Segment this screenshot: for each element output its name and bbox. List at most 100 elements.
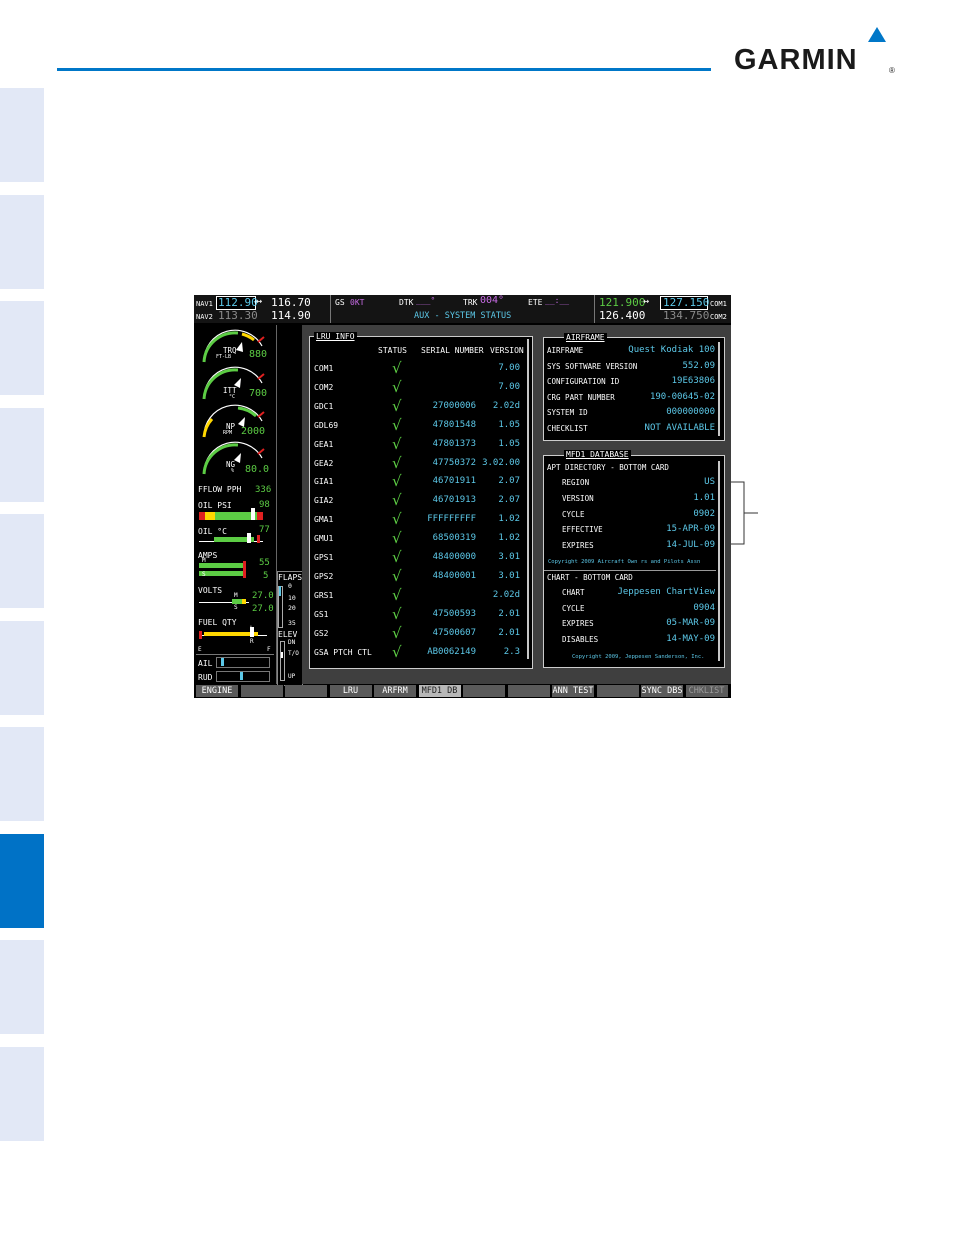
airframe-label-crg-part-number: CRG PART NUMBER <box>547 392 615 402</box>
ete-value: __:__ <box>545 296 570 305</box>
apt-value-expires: 14-JUL-09 <box>666 540 715 551</box>
airframe-value-sys-software-version: 552.09 <box>682 360 715 371</box>
ete-label: ETE <box>528 298 543 307</box>
softkey-arfrm[interactable]: ARFRM <box>374 685 417 697</box>
volts-label: VOLTS <box>198 586 223 595</box>
lru-status-check-icon: √ <box>392 359 402 377</box>
lru-version-gdc1: 2.02d <box>492 400 520 411</box>
flaps-tick-10: 10 <box>288 594 296 602</box>
chapter-tab-10 <box>0 1047 44 1141</box>
lru-version-gsa-ptch-ctl: 2.3 <box>503 646 520 657</box>
lru-name-gea1: GEA1 <box>314 439 334 449</box>
softkey-sync-dbs[interactable]: SYNC DBS <box>641 685 684 697</box>
softkey-blank-8[interactable] <box>507 685 551 697</box>
flaps-tick-0: 0 <box>288 582 292 590</box>
com1-swap-icon: ↔ <box>643 296 650 307</box>
airframe-title: AIRFRAME <box>564 333 607 342</box>
oil-temp-label: OIL °C <box>198 527 227 536</box>
nav2-standby-freq[interactable]: 114.90 <box>271 310 311 322</box>
elev-to-label: T/O <box>288 650 299 657</box>
softkey-engine[interactable]: ENGINE <box>196 685 239 697</box>
mfd-database-scrollbar[interactable] <box>718 461 720 661</box>
lru-version-gma1: 1.02 <box>498 514 520 525</box>
nav1-active-freq: 112.90 <box>218 296 258 309</box>
lru-serial-gia2: 46701913 <box>432 495 476 506</box>
lru-serial-gdc1: 27000006 <box>432 400 476 411</box>
amps-value-1: 55 <box>259 558 270 568</box>
lru-version-gia2: 2.07 <box>498 495 520 506</box>
com2-standby-freq[interactable]: 134.750 <box>663 310 709 322</box>
lru-name-gps1: GPS1 <box>314 553 334 562</box>
dtk-label: DTK <box>399 298 414 307</box>
airframe-label-airframe: AIRFRAME <box>547 346 584 355</box>
lru-info-title: LRU INFO <box>314 332 357 341</box>
chapter-tab-1 <box>0 88 44 182</box>
mfd-screen: NAV1 112.90 ↔ 116.70 NAV2 113.30 114.90 … <box>194 295 731 698</box>
softkey-mfd1-db[interactable]: MFD1 DB <box>418 685 462 697</box>
oil-psi-pointer <box>251 508 255 520</box>
np-value: 2000 <box>241 426 266 437</box>
ng-unit: % <box>231 468 235 474</box>
lru-scrollbar[interactable] <box>527 339 529 659</box>
itt-value: 700 <box>249 388 268 399</box>
volts-m-marker: M <box>234 592 238 599</box>
chart-label-chart: CHART <box>562 588 585 597</box>
gs-value: 0KT <box>350 298 365 307</box>
chart-label-cycle: CYCLE <box>562 603 585 613</box>
nav1-standby-freq[interactable]: 116.70 <box>271 297 311 309</box>
chapter-tab-6 <box>0 621 44 715</box>
nav1-label: NAV1 <box>196 300 213 308</box>
lru-version-gs2: 2.01 <box>498 627 520 638</box>
softkey-blank-3[interactable] <box>285 685 328 697</box>
flaps-position-indicator <box>279 586 281 596</box>
softkey-chklist[interactable]: CHKLIST <box>685 685 729 697</box>
trk-label: TRK <box>463 298 478 307</box>
softkey-blank-7[interactable] <box>463 685 506 697</box>
lru-serial-gps2: 48400001 <box>432 570 476 581</box>
nav1-swap-icon: ↔ <box>256 296 263 307</box>
fflow-label: FFLOW PPH <box>198 485 242 494</box>
oil-psi-label: OIL PSI <box>198 501 232 510</box>
lru-version-gdl69: 1.05 <box>498 419 520 430</box>
lru-header-status: STATUS <box>378 346 407 355</box>
lru-serial-gps1: 48400000 <box>432 552 476 562</box>
fuel-empty-label: E <box>198 646 202 653</box>
nav2-active-freq: 113.30 <box>218 309 258 322</box>
apt-value-effective: 15-APR-09 <box>666 524 715 535</box>
apt-value-cycle: 0902 <box>693 508 715 519</box>
lru-name-gia1: GIA1 <box>314 477 334 487</box>
lru-version-com2: 7.00 <box>498 381 520 392</box>
lru-version-com1: 7.00 <box>498 363 520 373</box>
chapter-tab-8-active <box>0 834 44 928</box>
gs-label: GS <box>335 298 345 307</box>
com2-active-freq[interactable]: 126.400 <box>599 310 645 322</box>
chart-header: CHART - BOTTOM CARD <box>547 573 633 582</box>
np-unit: RPM <box>223 430 233 436</box>
apt-label-effective: EFFECTIVE <box>562 525 603 535</box>
lru-version-gea2: 3.02.00 <box>482 457 520 468</box>
softkey-blank-2[interactable] <box>240 685 284 697</box>
airframe-value-airframe: Quest Kodiak 100 <box>628 345 715 355</box>
lru-version-gs1: 2.01 <box>498 608 520 619</box>
lru-serial-gea2: 47750372 <box>432 457 476 468</box>
lru-name-gmu1: GMU1 <box>314 534 334 544</box>
softkey-ann-test[interactable]: ANN TEST <box>552 685 595 697</box>
lru-version-gia1: 2.07 <box>498 476 520 487</box>
chart-label-disables: DISABLES <box>562 635 599 645</box>
chapter-tab-7 <box>0 727 44 821</box>
lru-serial-gsa-ptch-ctl: AB0062149 <box>427 646 476 657</box>
chapter-tab-5 <box>0 514 44 608</box>
fuel-full-label: F <box>267 646 271 653</box>
apt-label-cycle: CYCLE <box>562 509 585 519</box>
softkey-lru[interactable]: LRU <box>329 685 373 697</box>
chapter-tab-4 <box>0 408 44 502</box>
chart-value-chart: Jeppesen ChartView <box>617 587 715 597</box>
airframe-scrollbar[interactable] <box>718 342 720 436</box>
com2-label: COM2 <box>710 313 727 321</box>
amps-value-2: 5 <box>263 571 269 581</box>
chart-copyright: Copyright 2009, Jeppesen Sanderson, Inc. <box>572 654 705 660</box>
softkey-blank-10[interactable] <box>596 685 640 697</box>
garmin-logo-triangle-icon <box>868 27 886 42</box>
garmin-logo: GARMIN <box>734 44 858 76</box>
flaps-tick-35: 35 <box>288 619 296 627</box>
